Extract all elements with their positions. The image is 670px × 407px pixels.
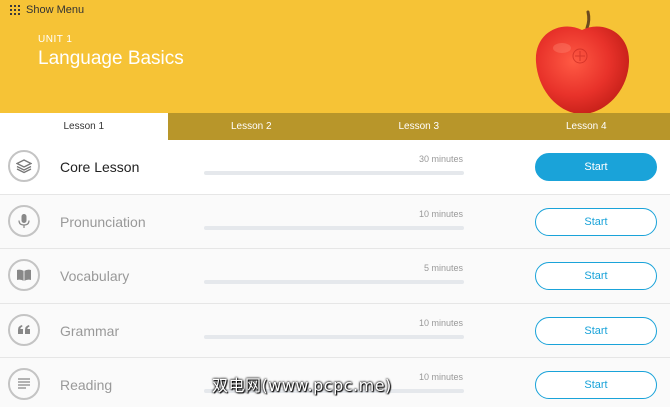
lesson-row-vocabulary: Vocabulary 5 minutes Start	[0, 249, 670, 304]
unit-header: Show Menu UNIT 1 Language Basics	[0, 0, 670, 113]
start-button-vocabulary[interactable]: Start	[535, 262, 657, 291]
lesson-title: Core Lesson	[60, 159, 140, 175]
start-button-pronunciation[interactable]: Start	[535, 207, 657, 236]
unit-title: Language Basics	[38, 48, 184, 69]
tab-lesson-3[interactable]: Lesson 3	[335, 113, 503, 140]
lesson-progress-bar	[204, 334, 464, 339]
start-button-core-lesson[interactable]: Start	[535, 153, 657, 181]
start-button-grammar[interactable]: Start	[535, 316, 657, 345]
lesson-duration: 10 minutes	[418, 372, 463, 383]
lesson-tabs: Lesson 1 Lesson 2 Lesson 3 Lesson 4	[0, 113, 670, 140]
lesson-title: Vocabulary	[60, 268, 130, 285]
lesson-progress-bar	[204, 225, 464, 230]
lesson-row-core-lesson: Core Lesson 30 minutes Start	[0, 140, 670, 195]
microphone-icon	[8, 204, 40, 237]
lesson-row-grammar: Grammar 10 minutes Start	[0, 303, 670, 359]
lesson-list: Core Lesson 30 minutes Start Pronunciati…	[0, 140, 670, 407]
show-menu-button[interactable]: Show Menu	[10, 4, 84, 16]
lesson-duration: 10 minutes	[418, 317, 463, 328]
lesson-duration: 5 minutes	[423, 263, 463, 274]
book-icon	[8, 259, 40, 292]
unit-label: UNIT 1	[38, 34, 73, 45]
grid-menu-icon	[10, 5, 20, 15]
quote-icon	[8, 313, 40, 346]
lesson-progress-bar	[204, 280, 464, 285]
show-menu-label: Show Menu	[26, 4, 85, 16]
lesson-progress-bar	[204, 171, 464, 175]
tab-lesson-4[interactable]: Lesson 4	[503, 113, 670, 140]
lesson-title: Grammar	[60, 322, 120, 339]
start-button-reading[interactable]: Start	[535, 371, 657, 400]
document-lines-icon	[8, 368, 40, 401]
lesson-title: Reading	[60, 377, 113, 394]
lesson-row-pronunciation: Pronunciation 10 minutes Start	[0, 194, 670, 250]
tab-lesson-2[interactable]: Lesson 2	[168, 113, 336, 140]
tab-lesson-1[interactable]: Lesson 1	[0, 113, 168, 140]
lesson-duration: 10 minutes	[418, 208, 463, 219]
apple-icon	[535, 10, 630, 113]
lesson-title: Pronunciation	[60, 213, 146, 230]
lesson-duration: 30 minutes	[418, 154, 463, 164]
layers-icon	[8, 150, 40, 182]
watermark-text: 双电网(www.pcpc.me)	[212, 376, 392, 395]
